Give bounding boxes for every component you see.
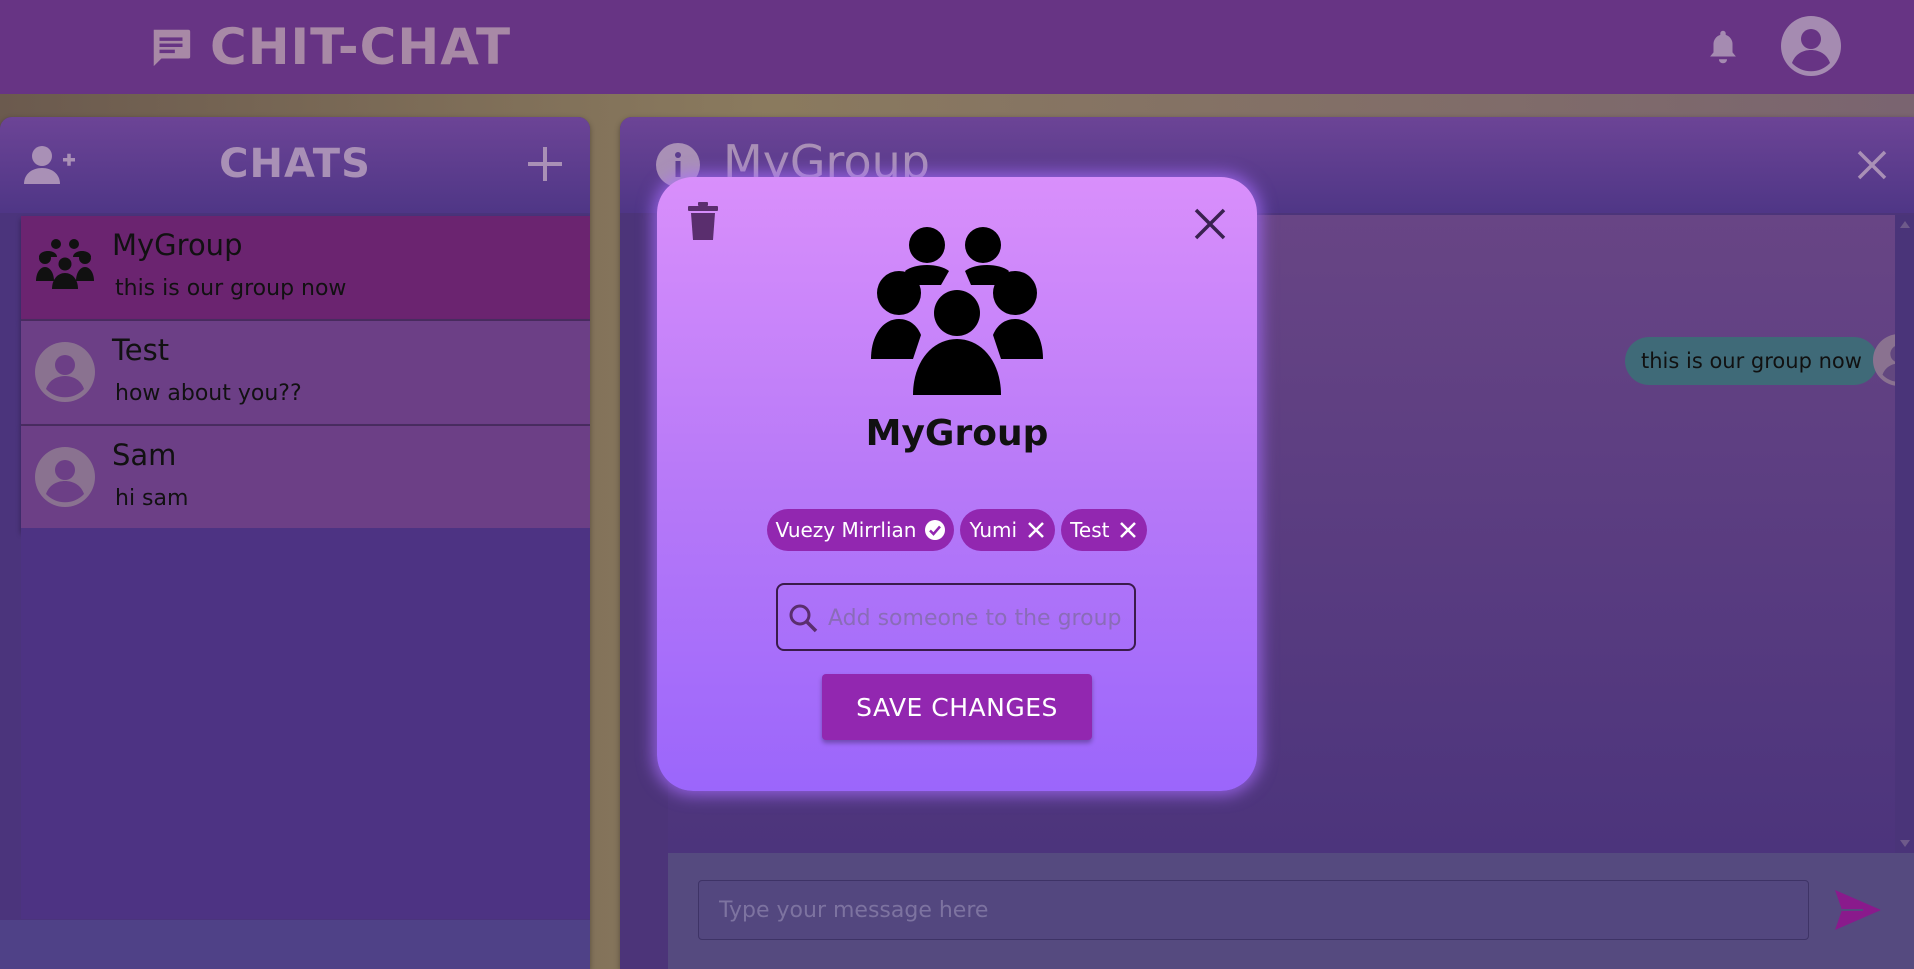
bell-icon[interactable] [1706,28,1740,66]
scroll-up-arrow-icon[interactable] [1900,221,1910,228]
plus-icon[interactable] [526,145,564,183]
chat-name: MyGroup [112,228,243,262]
chat-list: MyGroup this is our group now Test how a… [21,216,590,531]
group-settings-modal: MyGroup Vuezy Mirrlian Yumi Test Add som… [657,177,1257,791]
member-chip: Test [1061,509,1148,551]
chat-item-mygroup[interactable]: MyGroup this is our group now [21,216,590,321]
search-icon [789,604,818,633]
chats-panel-header: CHATS [0,117,590,213]
brand: CHIT-CHAT [148,18,511,76]
trash-icon[interactable] [687,201,719,241]
member-chip: Vuezy Mirrlian [766,509,955,551]
chat-icon [153,29,191,67]
chat-preview: hi sam [115,486,189,511]
close-icon[interactable] [1856,149,1888,181]
close-icon[interactable] [1193,207,1227,241]
member-chips: Vuezy Mirrlian Yumi Test [657,509,1257,551]
message-scrollbar[interactable] [1895,215,1914,853]
member-chip: Yumi [960,509,1056,551]
group-name: MyGroup [865,413,1049,454]
group-icon [871,227,1043,395]
check-circle-icon [925,520,946,540]
app-header: CHIT-CHAT [0,0,1914,94]
chat-item-sam[interactable]: Sam hi sam [21,426,590,531]
chats-panel-footer [0,920,590,969]
message-bubble: this is our group now [1625,337,1878,385]
chat-preview: how about you?? [115,381,302,406]
remove-icon[interactable] [1117,519,1139,541]
chats-title: CHATS [219,141,371,187]
save-changes-button[interactable]: SAVE CHANGES [822,674,1092,740]
app-title: CHIT-CHAT [210,18,512,76]
user-avatar-icon [35,342,95,402]
chat-preview: this is our group now [115,276,347,301]
add-member-search [776,583,1136,651]
chat-item-test[interactable]: Test how about you?? [21,321,590,426]
user-avatar-icon [35,447,95,507]
group-icon [36,239,94,289]
chat-name: Sam [112,438,177,472]
chat-list-empty-area [21,528,590,919]
member-name: Yumi [969,518,1018,542]
message-composer [668,853,1914,969]
add-member-input[interactable] [828,595,1128,641]
message-input[interactable] [698,880,1809,940]
user-avatar-icon[interactable] [1781,16,1841,76]
scroll-down-arrow-icon[interactable] [1900,840,1910,847]
remove-icon[interactable] [1025,519,1047,541]
chat-name: Test [112,333,170,367]
chats-panel: CHATS MyGroup this is our group now Test… [0,117,590,969]
send-icon[interactable] [1833,888,1883,932]
member-name: Test [1070,518,1110,542]
member-name: Vuezy Mirrlian [775,518,917,542]
